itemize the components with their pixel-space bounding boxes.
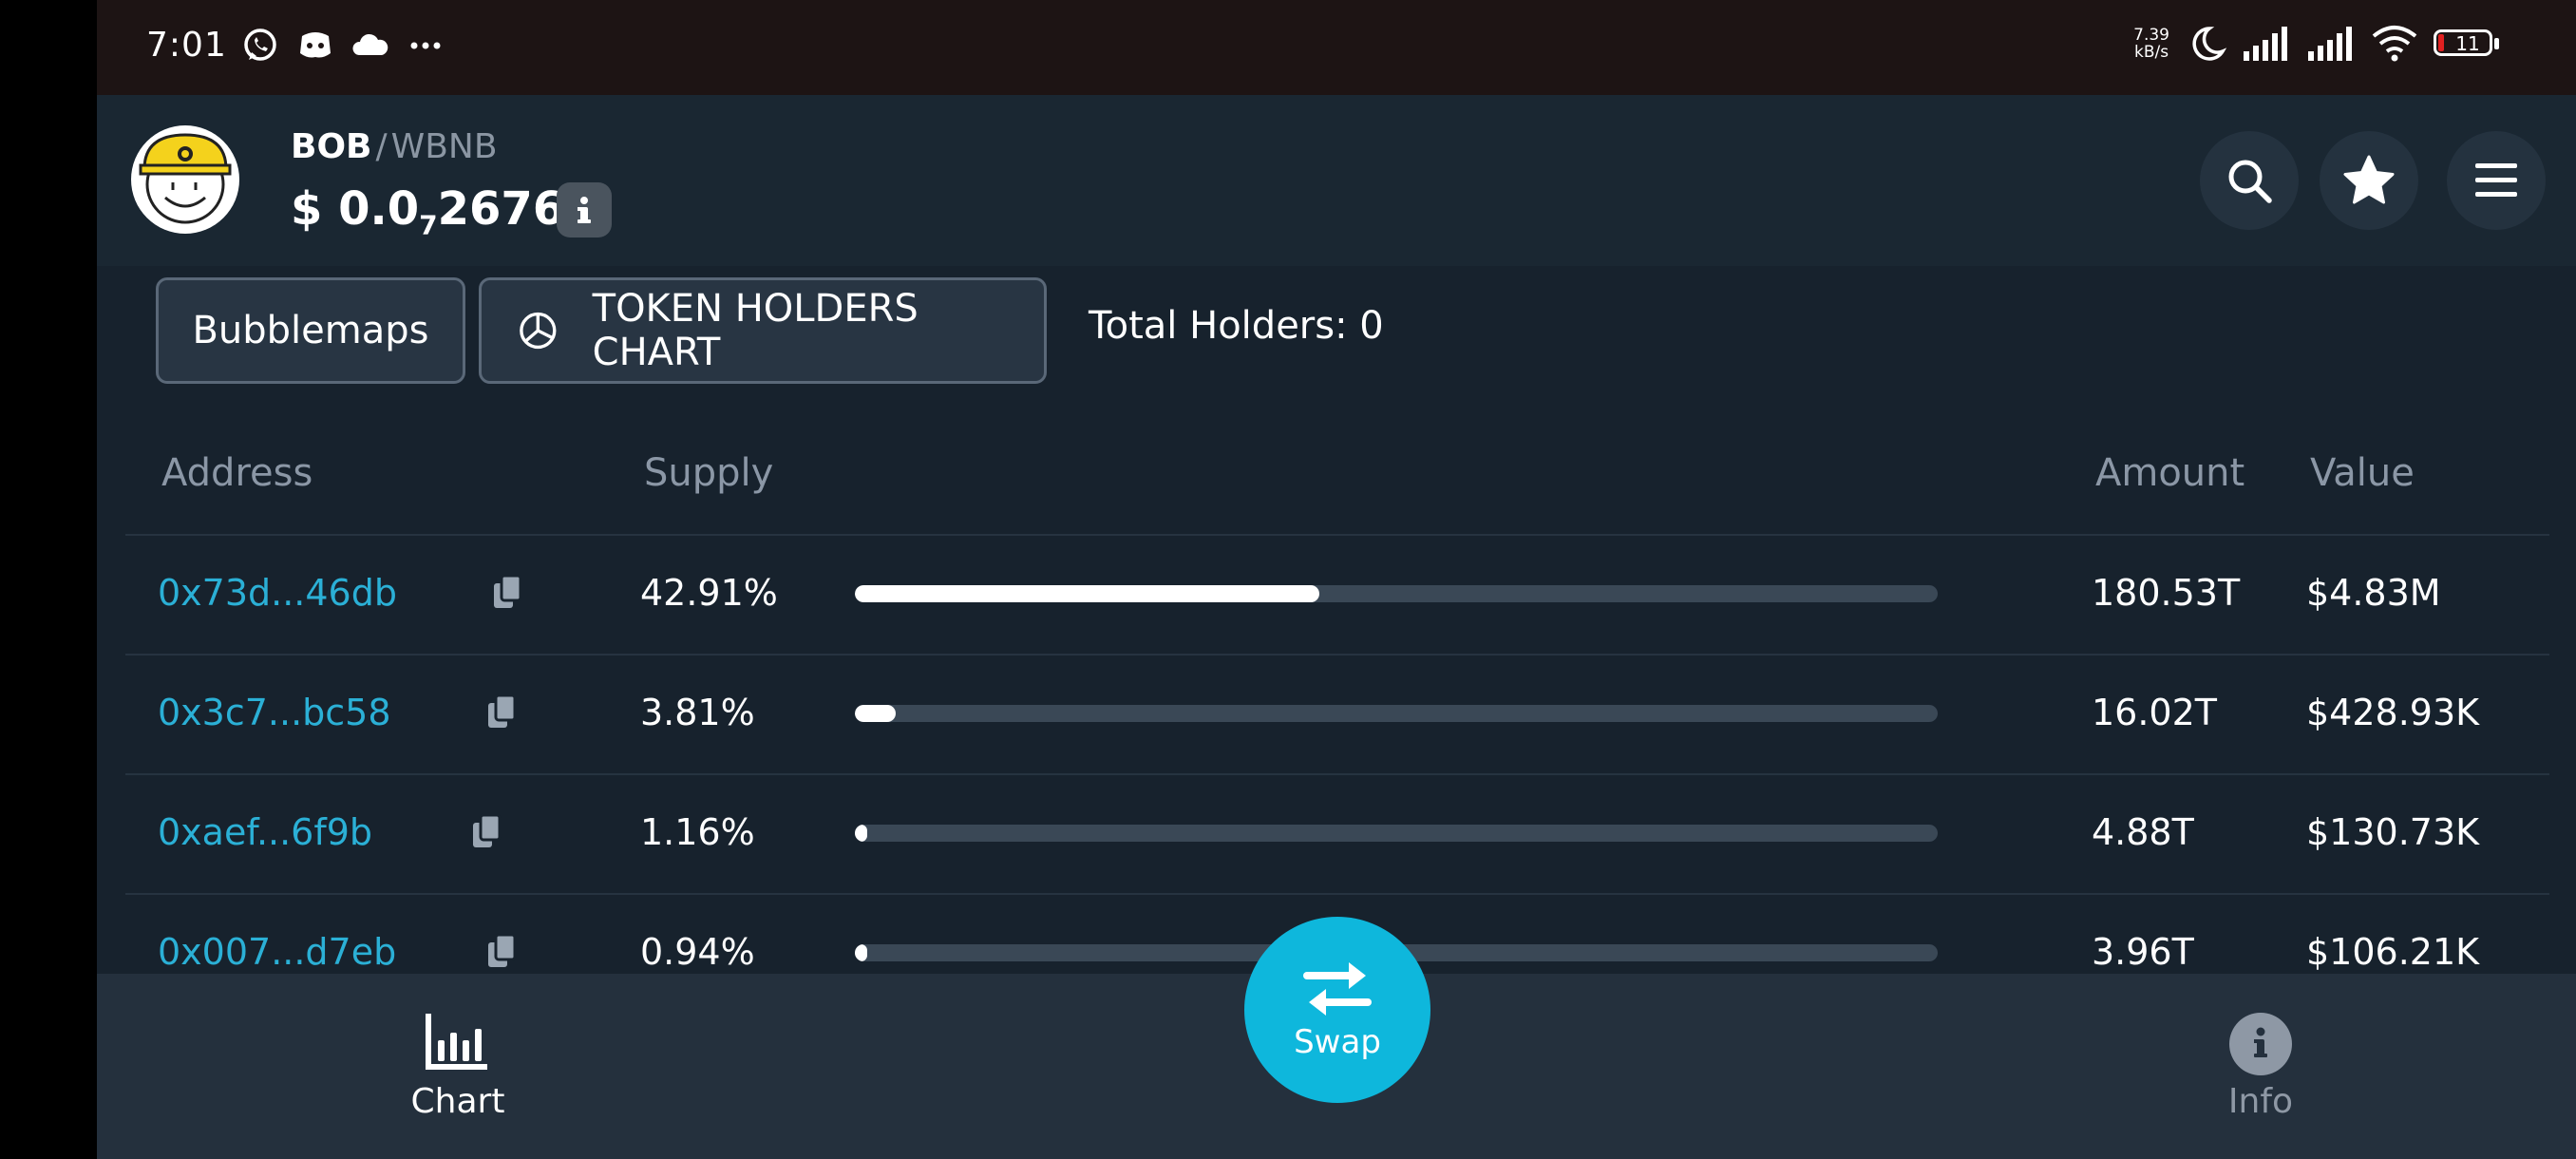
nav-info-tab[interactable]: Info (2166, 1012, 2356, 1121)
token-header: BOB / WBNB $ 0.072676 (97, 95, 2576, 266)
token-logo (131, 125, 239, 234)
info-icon (2229, 1013, 2292, 1075)
cloud-icon (352, 33, 388, 55)
pair-separator: / (375, 127, 388, 166)
moon-icon (2192, 27, 2226, 61)
column-header-amount: Amount (2095, 451, 2245, 495)
holder-amount: 16.02T (2092, 692, 2217, 733)
hamburger-menu-icon (2475, 163, 2517, 197)
total-holders: Total Holders: 0 (1089, 304, 1384, 348)
favorite-button[interactable] (2320, 131, 2418, 230)
bubblemaps-button[interactable]: Bubblemaps (156, 277, 465, 384)
holders-panel: Bubblemaps TOKEN HOLDERS CHART Total Hol… (125, 266, 2549, 974)
supply-bar-fill (855, 585, 1320, 602)
token-holders-chart-button[interactable]: TOKEN HOLDERS CHART (479, 277, 1047, 384)
column-header-supply: Supply (644, 451, 774, 495)
network-speed-unit: kB/s (2134, 43, 2169, 62)
holder-address-link[interactable]: 0x3c7...bc58 (158, 692, 391, 733)
nav-chart-tab[interactable]: Chart (363, 1012, 553, 1121)
nav-info-label: Info (2227, 1082, 2294, 1121)
holder-value: $130.73K (2306, 811, 2480, 853)
table-row: 0x73d...46db 42.91% 180.53T $4.83M (125, 534, 2549, 656)
discord-icon (300, 32, 331, 58)
holder-address-link[interactable]: 0x007...d7eb (158, 931, 396, 973)
supply-bar (855, 825, 1938, 842)
battery-level: 11 (2455, 32, 2480, 55)
supply-percent: 0.94% (640, 931, 755, 973)
status-bar: 7:01 7.39 kB/s 11 (97, 0, 2576, 95)
supply-percent: 3.81% (640, 692, 755, 733)
quote-token: WBNB (390, 127, 498, 166)
pair-name: BOB / WBNB (291, 127, 498, 166)
price-digits: 2676 (437, 182, 565, 236)
holder-address-link[interactable]: 0xaef...6f9b (158, 811, 372, 853)
star-icon (2343, 155, 2395, 204)
supply-bar-fill (855, 705, 897, 722)
price-zero-count: 7 (419, 209, 438, 241)
column-header-address: Address (161, 451, 313, 495)
price-info-button[interactable] (557, 182, 612, 238)
copy-icon[interactable] (486, 933, 519, 969)
more-icon (410, 42, 441, 49)
holder-amount: 180.53T (2092, 572, 2241, 614)
notification-icons (241, 27, 445, 65)
supply-percent: 1.16% (640, 811, 755, 853)
network-speed-value: 7.39 (2133, 26, 2169, 45)
base-token: BOB (291, 127, 372, 166)
token-holders-chart-label: TOKEN HOLDERS CHART (592, 287, 919, 374)
whatsapp-icon (244, 28, 276, 61)
info-icon (578, 197, 591, 223)
search-icon (2228, 160, 2272, 203)
holder-value: $428.93K (2306, 692, 2480, 733)
pie-chart-icon (520, 312, 557, 350)
holder-value: $4.83M (2306, 572, 2441, 614)
system-status-icons: 7.39 kB/s 11 (2133, 23, 2500, 65)
supply-bar-fill (855, 825, 868, 842)
price-prefix: $ 0.0 (291, 182, 420, 236)
holder-address-link[interactable]: 0x73d...46db (158, 572, 397, 614)
supply-bar (855, 705, 1938, 722)
supply-bar (855, 585, 1938, 602)
column-header-value: Value (2310, 451, 2415, 495)
search-button[interactable] (2200, 131, 2299, 230)
copy-icon[interactable] (486, 694, 519, 730)
table-row: 0xaef...6f9b 1.16% 4.88T $130.73K (125, 773, 2549, 895)
swap-button[interactable]: Swap (1244, 917, 1430, 1103)
signal-icon (2308, 27, 2352, 61)
app-screen: 7:01 7.39 kB/s 11 BOB / WBNB $ 0.072676 … (97, 0, 2576, 1159)
swap-label: Swap (1294, 1023, 1381, 1061)
swap-arrows-icon (1303, 962, 1372, 1016)
nav-chart-label: Chart (410, 1082, 505, 1121)
wifi-icon (2372, 26, 2417, 62)
copy-icon[interactable] (492, 574, 524, 610)
supply-bar-fill (855, 944, 867, 961)
network-speed: 7.39 kB/s (2133, 27, 2169, 61)
supply-percent: 42.91% (640, 572, 778, 614)
menu-button[interactable] (2447, 131, 2546, 230)
status-time: 7:01 (146, 26, 227, 65)
holder-value: $106.21K (2306, 931, 2480, 973)
token-price: $ 0.072676 (291, 182, 564, 241)
copy-icon[interactable] (471, 813, 503, 849)
battery-icon: 11 (2434, 28, 2500, 60)
signal-icon (2244, 27, 2287, 61)
bar-chart-icon (426, 1014, 487, 1070)
table-row: 0x3c7...bc58 3.81% 16.02T $428.93K (125, 654, 2549, 775)
holder-amount: 3.96T (2092, 931, 2194, 973)
holder-amount: 4.88T (2092, 811, 2194, 853)
